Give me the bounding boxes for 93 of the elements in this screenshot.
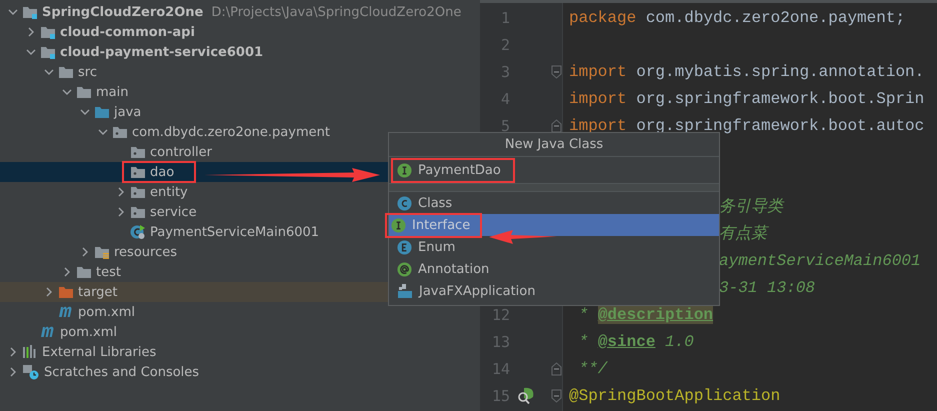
module-folder-icon	[40, 45, 56, 59]
fold-end-icon[interactable]	[551, 362, 562, 376]
collapse-chevron-icon[interactable]	[44, 67, 54, 77]
tree-row[interactable]: cloud-payment-service6001	[0, 42, 480, 62]
tree-item-label: cloud-payment-service6001	[60, 44, 264, 60]
class-kind-label: Class	[418, 196, 452, 210]
project-path: D:\Projects\Java\SpringCloudZero2One	[211, 4, 462, 20]
popup-title: New Java Class	[389, 133, 719, 157]
package-folder-icon	[130, 205, 146, 219]
tree-row[interactable]: java	[0, 102, 480, 122]
tree-row[interactable]: src	[0, 62, 480, 82]
tree-item-label: java	[114, 104, 142, 120]
code-line: **/	[578, 360, 608, 378]
fold-start-icon[interactable]	[551, 64, 562, 78]
scratches-icon	[22, 364, 40, 380]
code-line: package com.dbydc.zero2one.payment;	[569, 8, 906, 26]
folder-icon	[76, 265, 92, 279]
class-kind-label: Enum	[418, 240, 456, 254]
expand-chevron-icon[interactable]	[116, 187, 126, 197]
class-kind-label: Annotation	[418, 262, 490, 276]
collapse-chevron-icon[interactable]	[62, 87, 72, 97]
tree-item-label: com.dbydc.zero2one.payment	[132, 124, 330, 140]
class-kind-label: Interface	[412, 218, 470, 232]
expand-chevron-icon[interactable]	[62, 267, 72, 277]
tree-row[interactable]: pom.xml	[0, 302, 480, 322]
tree-item-label: src	[78, 64, 97, 80]
annotation-icon	[397, 262, 412, 276]
folder-icon	[58, 65, 74, 79]
code-line: * @since 1.0	[578, 332, 694, 350]
expand-chevron-icon[interactable]	[80, 247, 90, 257]
tree-row[interactable]: pom.xml	[0, 322, 480, 342]
excluded-folder-icon	[58, 285, 74, 299]
tree-row[interactable]: SpringCloudZero2One D:\Projects\Java\SpringCloudZero2One	[0, 2, 480, 22]
tree-item-label: dao	[150, 164, 174, 180]
class-kind-item[interactable]: Annotation	[389, 258, 719, 280]
tree-item-label: entity	[150, 184, 188, 200]
tree-item-label: cloud-common-api	[60, 24, 195, 40]
code-line: import org.mybatis.spring.annotation.	[569, 62, 924, 80]
tree-item-label: PaymentServiceMain6001	[150, 224, 320, 240]
code-line: @SpringBootApplication	[569, 386, 780, 404]
expand-chevron-icon[interactable]	[44, 287, 54, 297]
tree-item-label: controller	[150, 144, 212, 160]
tree-row[interactable]: Scratches and Consoles	[0, 362, 480, 382]
fold-end-icon[interactable]	[551, 118, 562, 132]
maven-icon	[58, 306, 74, 318]
expand-chevron-icon[interactable]	[8, 367, 18, 377]
tree-item-label: External Libraries	[42, 344, 156, 360]
code-line: aymentServiceMain6001	[719, 252, 921, 270]
code-line: 3-31 13:08	[719, 278, 816, 296]
source-folder-icon	[94, 105, 110, 119]
collapse-chevron-icon[interactable]	[80, 107, 90, 117]
class-icon	[397, 196, 412, 210]
tree-row[interactable]: External Libraries	[0, 342, 480, 362]
code-line: import org.springframework.boot.autoc	[569, 116, 924, 134]
tree-item-label: test	[96, 264, 121, 280]
tree-item-label: Scratches and Consoles	[44, 364, 200, 380]
expand-chevron-icon[interactable]	[26, 27, 36, 37]
collapse-chevron-icon[interactable]	[98, 127, 108, 137]
tree-item-label: resources	[114, 244, 178, 260]
class-icon	[130, 224, 146, 240]
code-line: import org.springframework.boot.Sprin	[569, 90, 924, 108]
fold-start-icon[interactable]	[551, 388, 562, 402]
collapse-chevron-icon[interactable]	[8, 7, 18, 17]
tree-row[interactable]: cloud-common-api	[0, 22, 480, 42]
bean-search-icon[interactable]	[516, 386, 536, 404]
module-folder-icon	[40, 25, 56, 39]
package-folder-icon	[130, 165, 146, 179]
enum-icon	[397, 240, 412, 254]
package-folder-icon	[130, 185, 146, 199]
module-folder-icon	[22, 5, 38, 19]
resources-folder-icon	[94, 245, 110, 259]
class-kind-item[interactable]: Class	[389, 192, 719, 214]
folder-icon	[76, 85, 92, 99]
tree-item-label: service	[150, 204, 197, 220]
tree-item-label: pom.xml	[60, 324, 117, 340]
code-line: 有点菜	[719, 224, 767, 244]
tree-item-label: pom.xml	[78, 304, 135, 320]
tree-row[interactable]: main	[0, 82, 480, 102]
expand-chevron-icon[interactable]	[116, 207, 126, 217]
javafx-icon	[397, 283, 413, 299]
tree-item-label: target	[78, 284, 118, 300]
libraries-icon	[22, 345, 38, 359]
class-kind-item[interactable]: Enum	[389, 236, 719, 258]
tree-item-label: SpringCloudZero2One	[42, 4, 204, 20]
code-line: 务引导类	[719, 196, 783, 217]
maven-icon	[40, 326, 56, 338]
package-folder-icon	[130, 145, 146, 159]
tree-item-label: main	[96, 84, 128, 100]
interface-icon	[391, 218, 406, 232]
interface-icon	[397, 162, 412, 178]
expand-chevron-icon[interactable]	[8, 347, 18, 357]
package-folder-icon	[112, 125, 128, 139]
collapse-chevron-icon[interactable]	[26, 47, 36, 57]
